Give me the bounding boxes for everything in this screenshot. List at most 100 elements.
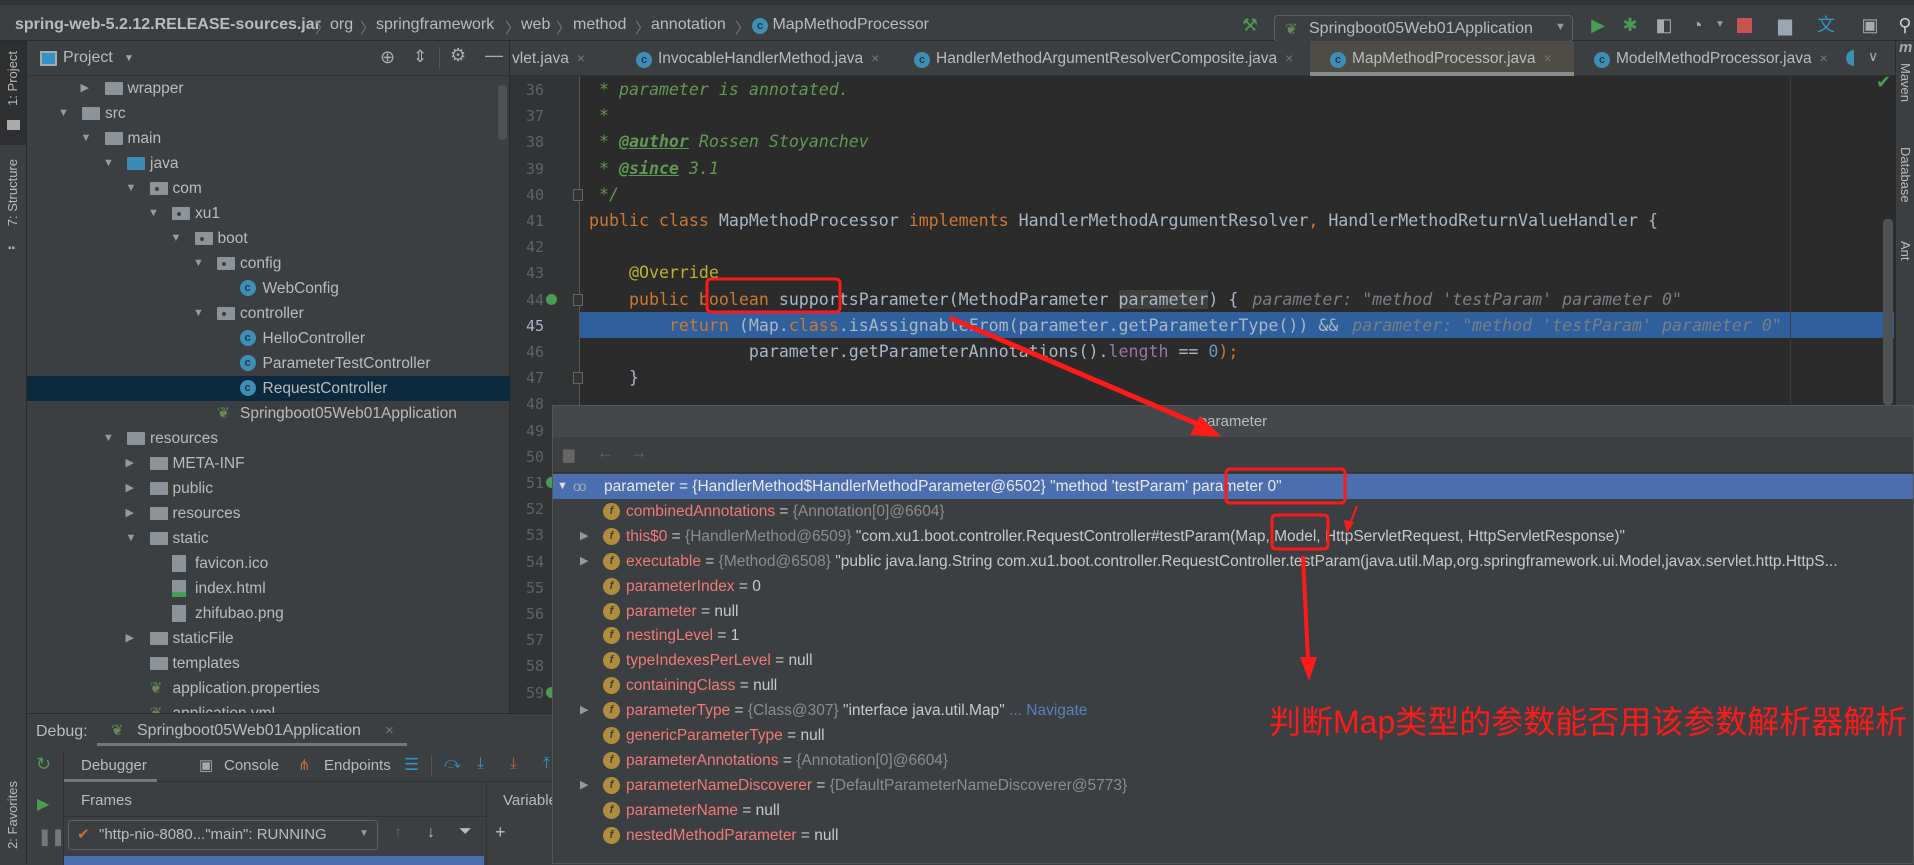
collapse-all-icon[interactable]: ⇕	[413, 47, 427, 67]
profiler-icon[interactable]: ◔	[1685, 13, 1709, 37]
forward-arrow-icon[interactable]: →	[630, 443, 647, 463]
chevron-down-icon[interactable]: ▼	[193, 251, 204, 276]
tool-window-structure-tab[interactable]: 7: Structure ▪▪	[0, 151, 26, 261]
chevron-down-icon[interactable]: ∨	[1868, 48, 1878, 65]
chevron-down-icon[interactable]: ▼	[557, 474, 568, 499]
minimize-icon[interactable]: —	[485, 45, 503, 66]
tree-item[interactable]: ▼ controller	[27, 301, 510, 326]
tree-item[interactable]: ▼ src	[27, 101, 510, 126]
tree-item[interactable]: ▼ boot	[27, 226, 510, 251]
variable-row[interactable]: ▶ f parameterNameDiscoverer = {DefaultPara…	[553, 773, 1913, 798]
close-icon[interactable]: ×	[1544, 50, 1552, 66]
next-frame-icon[interactable]: ↓	[427, 824, 435, 842]
breadcrumb-org[interactable]: org	[330, 16, 353, 34]
tree-item[interactable]: index.html	[27, 576, 510, 601]
tree-item[interactable]: ▼ main	[27, 126, 510, 151]
fold-marker-icon[interactable]	[573, 188, 583, 201]
chevron-down-icon[interactable]: ▼	[171, 226, 182, 251]
editor-scrollbar[interactable]	[1883, 219, 1893, 405]
chevron-down-icon[interactable]: ▼	[1708, 13, 1732, 37]
variable-row[interactable]: ▼ oo parameter = {HandlerMethod$HandlerMet…	[553, 474, 1913, 499]
chevron-right-icon[interactable]: ▶	[126, 501, 134, 526]
chevron-down-icon[interactable]: ▼	[148, 201, 159, 226]
gear-icon[interactable]: ⚙	[450, 45, 466, 66]
filter-icon[interactable]: ⏷	[459, 823, 472, 841]
resume-icon[interactable]: ▶	[37, 794, 49, 814]
tree-item[interactable]: favicon.ico	[27, 551, 510, 576]
project-structure-icon[interactable]: ▆	[1773, 13, 1797, 37]
folder-icon[interactable]: ▆	[563, 445, 575, 463]
breadcrumb-springframework[interactable]: springframework	[376, 16, 494, 34]
breadcrumb-method[interactable]: method	[573, 16, 626, 34]
variable-row[interactable]: f typeIndexesPerLevel = null	[553, 648, 1913, 673]
search-icon[interactable]: ⚲	[1893, 13, 1914, 37]
breadcrumb-class[interactable]: c MapMethodProcessor	[752, 16, 929, 34]
close-icon[interactable]: ×	[1820, 50, 1828, 66]
tab-console[interactable]: Console	[224, 757, 279, 774]
project-view-selector[interactable]: Project	[63, 49, 113, 67]
fold-marker-icon[interactable]	[573, 372, 583, 385]
tree-item[interactable]: c ParameterTestController	[27, 351, 510, 376]
chevron-down-icon[interactable]: ▼	[126, 526, 137, 551]
variable-row[interactable]: f parameterName = null	[553, 798, 1913, 823]
breadcrumb-web[interactable]: web	[521, 16, 550, 34]
editor-tab[interactable]: c ModelMethodProcessor.java ×	[1574, 41, 1874, 76]
tree-item[interactable]: ▼ xu1	[27, 201, 510, 226]
pause-icon[interactable]: ❚❚	[38, 827, 65, 847]
rerun-icon[interactable]: ↻	[36, 754, 51, 775]
navigate-link[interactable]: ... Navigate	[1005, 702, 1087, 719]
force-step-into-icon[interactable]: ⤓	[510, 755, 517, 773]
tree-item[interactable]: ▼ static	[27, 526, 510, 551]
chevron-down-icon[interactable]: ▼	[81, 126, 92, 151]
close-icon[interactable]: ×	[871, 50, 879, 66]
run-icon[interactable]: ▶	[1586, 13, 1610, 37]
chevron-down-icon[interactable]: ▼	[103, 426, 114, 451]
tool-window-ant[interactable]: Ant	[1898, 241, 1913, 261]
tree-item[interactable]: ▶ META-INF	[27, 451, 510, 476]
tab-endpoints[interactable]: Endpoints	[324, 757, 391, 774]
tree-item[interactable]: c HelloController	[27, 326, 510, 351]
variable-row[interactable]: f nestedMethodParameter = null	[553, 823, 1913, 848]
tool-window-database[interactable]: Database	[1898, 147, 1913, 203]
close-icon[interactable]: ×	[385, 722, 394, 739]
add-watch-icon[interactable]: +	[495, 822, 506, 843]
tree-item[interactable]: templates	[27, 651, 510, 676]
chevron-down-icon[interactable]: ▼	[58, 101, 69, 126]
tree-item[interactable]: ▶ wrapper	[27, 76, 510, 101]
step-over-icon[interactable]: ⤼	[444, 755, 461, 773]
editor-tab[interactable]: c MapMethodProcessor.java ×	[1310, 41, 1574, 76]
chevron-down-icon[interactable]: ▼	[126, 176, 137, 201]
chevron-right-icon[interactable]: ▶	[580, 773, 588, 798]
editor-tab[interactable]: c InvocableHandlerMethod.java ×	[616, 41, 894, 76]
terminal-icon[interactable]: ▣	[1858, 13, 1882, 37]
fold-marker-icon[interactable]	[573, 293, 583, 306]
tree-scrollbar[interactable]	[498, 85, 507, 140]
tree-item[interactable]: ❦ application.properties	[27, 676, 510, 701]
tab-debugger[interactable]: Debugger	[64, 750, 157, 782]
tree-item[interactable]: ▼ config	[27, 251, 510, 276]
tree-item[interactable]: ❦ Springboot05Web01Application	[27, 401, 510, 426]
debug-session-tab[interactable]: ❦ Springboot05Web01Application ×	[97, 714, 407, 746]
previous-frame-icon[interactable]: ↑	[394, 824, 402, 842]
step-out-icon[interactable]: ⤒	[543, 755, 550, 773]
chevron-right-icon[interactable]: ▶	[580, 698, 588, 723]
variable-row[interactable]: ▶ f executable = {Method@6508} "public jav…	[553, 549, 1913, 574]
tree-item[interactable]: ▶ public	[27, 476, 510, 501]
breadcrumb-jar[interactable]: spring-web-5.2.12.RELEASE-sources.jar	[15, 16, 321, 34]
tree-item[interactable]: zhifubao.png	[27, 601, 510, 626]
chevron-right-icon[interactable]: ▶	[580, 524, 588, 549]
step-into-icon[interactable]: ⤓	[477, 755, 484, 773]
close-icon[interactable]: ×	[577, 50, 585, 66]
editor-tab[interactable]: c HandlerMethodArgumentResolverComposite.…	[894, 41, 1310, 76]
chevron-right-icon[interactable]: ▶	[126, 451, 134, 476]
tree-item[interactable]: ▶ resources	[27, 501, 510, 526]
thread-selector[interactable]: ✔ "http-nio-8080..."main": RUNNING ▼	[68, 820, 378, 850]
tree-item[interactable]: ▼ resources	[27, 426, 510, 451]
translate-icon[interactable]: 文	[1814, 13, 1838, 37]
debug-icon[interactable]: ✱	[1618, 13, 1642, 37]
variable-row[interactable]: f combinedAnnotations = {Annotation[0]@66…	[553, 499, 1913, 524]
variable-row[interactable]: ▶ f this$0 = {HandlerMethod@6509} "com.xu1…	[553, 524, 1913, 549]
chevron-down-icon[interactable]: ▼	[103, 151, 114, 176]
stop-icon[interactable]	[1737, 18, 1752, 33]
variable-row[interactable]: f parameterAnnotations = {Annotation[0]@6…	[553, 748, 1913, 773]
